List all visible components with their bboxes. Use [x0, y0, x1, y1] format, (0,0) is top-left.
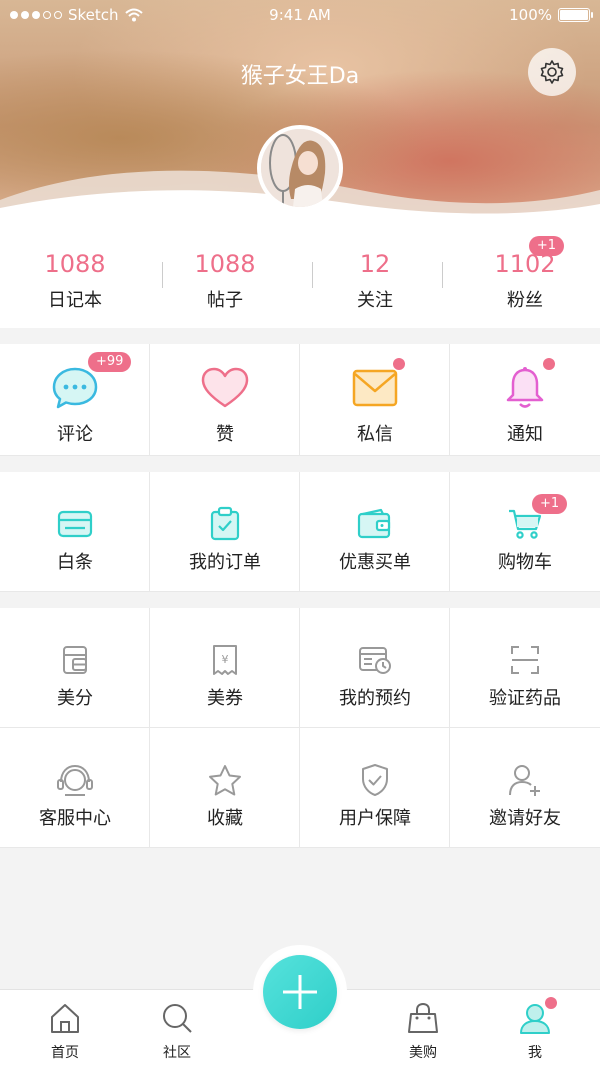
tab-label: 我 [528, 1045, 542, 1061]
stat-label: 日记本 [48, 290, 102, 311]
grid-item-label: 我的订单 [189, 552, 261, 573]
stat-fans[interactable]: 1102 粉丝 +1 [450, 228, 600, 328]
stat-diary[interactable]: 1088 日记本 [0, 228, 150, 328]
divider [162, 262, 163, 288]
grid-item-label: 赞 [216, 424, 234, 445]
tab-community[interactable]: 社区 [137, 1002, 217, 1062]
grid-item-label: 私信 [357, 424, 393, 445]
tab-bar: 首页 社区 美购 我 [0, 945, 600, 1067]
grid-item-label: 邀请好友 [489, 808, 561, 829]
stat-value: 1088 [44, 250, 106, 278]
scan-icon [500, 636, 550, 684]
grid-item-invite-friends[interactable]: 邀请好友 [450, 728, 600, 848]
stat-posts[interactable]: 1088 帖子 [150, 228, 300, 328]
grid-item-label: 用户保障 [339, 808, 411, 829]
unread-dot [393, 358, 405, 370]
envelope-icon [350, 364, 400, 412]
username: 猴子女王Da [240, 64, 360, 89]
avatar-image [261, 129, 339, 207]
grid-item-label: 白条 [57, 552, 93, 573]
divider [442, 262, 443, 288]
grid-item-label: 收藏 [207, 808, 243, 829]
grid-item-label: 美券 [207, 688, 243, 709]
grid-item-appointments[interactable]: 我的预约 [300, 608, 450, 728]
messages-grid: +99 评论 赞 私信 通知 [0, 344, 600, 456]
stat-value: 1102 [494, 250, 556, 278]
grid-item-customer-service[interactable]: 客服中心 [0, 728, 150, 848]
stat-value: 1088 [194, 250, 256, 278]
grid-item-label: 客服中心 [39, 808, 111, 829]
grid-item-discount-pay[interactable]: 优惠买单 [300, 472, 450, 592]
grid-item-comments[interactable]: +99 评论 [0, 344, 150, 456]
tab-label: 美购 [409, 1045, 437, 1061]
plus-icon [283, 975, 317, 1009]
grid-item-baitiao[interactable]: 白条 [0, 472, 150, 592]
tab-me[interactable]: 我 [495, 997, 575, 1062]
grid-item-likes[interactable]: 赞 [150, 344, 300, 456]
grid-item-orders[interactable]: 我的订单 [150, 472, 300, 592]
comments-badge: +99 [88, 352, 132, 372]
grid-item-label: 评论 [57, 424, 93, 445]
cart-badge: +1 [532, 494, 568, 514]
stat-following[interactable]: 12 关注 [300, 228, 450, 328]
grid-item-notifications[interactable]: 通知 [450, 344, 600, 456]
grid-item-label: 优惠买单 [339, 552, 411, 573]
comment-icon [50, 364, 100, 412]
grid-item-label: 购物车 [498, 552, 552, 573]
grid-item-favorites[interactable]: 收藏 [150, 728, 300, 848]
tab-shop[interactable]: 美购 [383, 1002, 463, 1062]
grid-item-label: 通知 [507, 424, 543, 445]
bell-icon [500, 364, 550, 412]
card-icon [50, 500, 100, 548]
tab-label: 首页 [51, 1045, 79, 1061]
svg-text:¥: ¥ [221, 653, 228, 666]
grid-item-cart[interactable]: +1 购物车 [450, 472, 600, 592]
star-icon [200, 756, 250, 804]
stat-label: 粉丝 [507, 290, 543, 311]
tab-label: 社区 [163, 1045, 191, 1061]
fans-badge: +1 [528, 236, 564, 256]
stats-bar: 1088 日记本 1088 帖子 12 关注 1102 粉丝 +1 [0, 228, 600, 328]
tab-home[interactable]: 首页 [25, 1002, 105, 1062]
grid-item-label: 验证药品 [489, 688, 561, 709]
create-button[interactable] [263, 955, 337, 1029]
settings-button[interactable] [528, 48, 576, 96]
order-clipboard-icon [200, 500, 250, 548]
unread-dot [543, 358, 555, 370]
stat-label: 关注 [357, 290, 393, 311]
grid-item-label: 美分 [57, 688, 93, 709]
battery-label: 100% [509, 6, 552, 24]
battery-icon [558, 8, 593, 22]
heart-icon [200, 364, 250, 412]
headset-icon [50, 756, 100, 804]
bag-icon [408, 1002, 438, 1033]
wallet-icon [350, 500, 400, 548]
coupon-icon: ¥ [200, 636, 250, 684]
home-icon [51, 1004, 79, 1033]
shield-icon [350, 756, 400, 804]
profile-header: Sketch 9:41 AM 100% 猴子女王Da [0, 0, 600, 230]
grid-item-meiquan[interactable]: ¥ 美券 [150, 608, 300, 728]
divider [312, 262, 313, 288]
status-bar: Sketch 9:41 AM 100% [0, 0, 600, 30]
shopping-grid: 白条 我的订单 优惠买单 +1 购物车 [0, 472, 600, 592]
grid-item-verify-drugs[interactable]: 验证药品 [450, 608, 600, 728]
grid-item-user-protection[interactable]: 用户保障 [300, 728, 450, 848]
appointment-icon [350, 636, 400, 684]
avatar[interactable] [257, 125, 343, 211]
invite-user-icon [500, 756, 550, 804]
services-grid: 美分 ¥ 美券 我的预约 验证药品 客服中心 收藏 用户保障 邀请好友 [0, 608, 600, 848]
stat-label: 帖子 [207, 290, 243, 311]
search-icon [163, 1004, 192, 1033]
points-icon [50, 636, 100, 684]
unread-dot [545, 997, 557, 1009]
grid-item-private-messages[interactable]: 私信 [300, 344, 450, 456]
grid-item-meifen[interactable]: 美分 [0, 608, 150, 728]
stat-value: 12 [359, 250, 391, 278]
gear-icon [540, 60, 564, 84]
grid-item-label: 我的预约 [339, 688, 411, 709]
